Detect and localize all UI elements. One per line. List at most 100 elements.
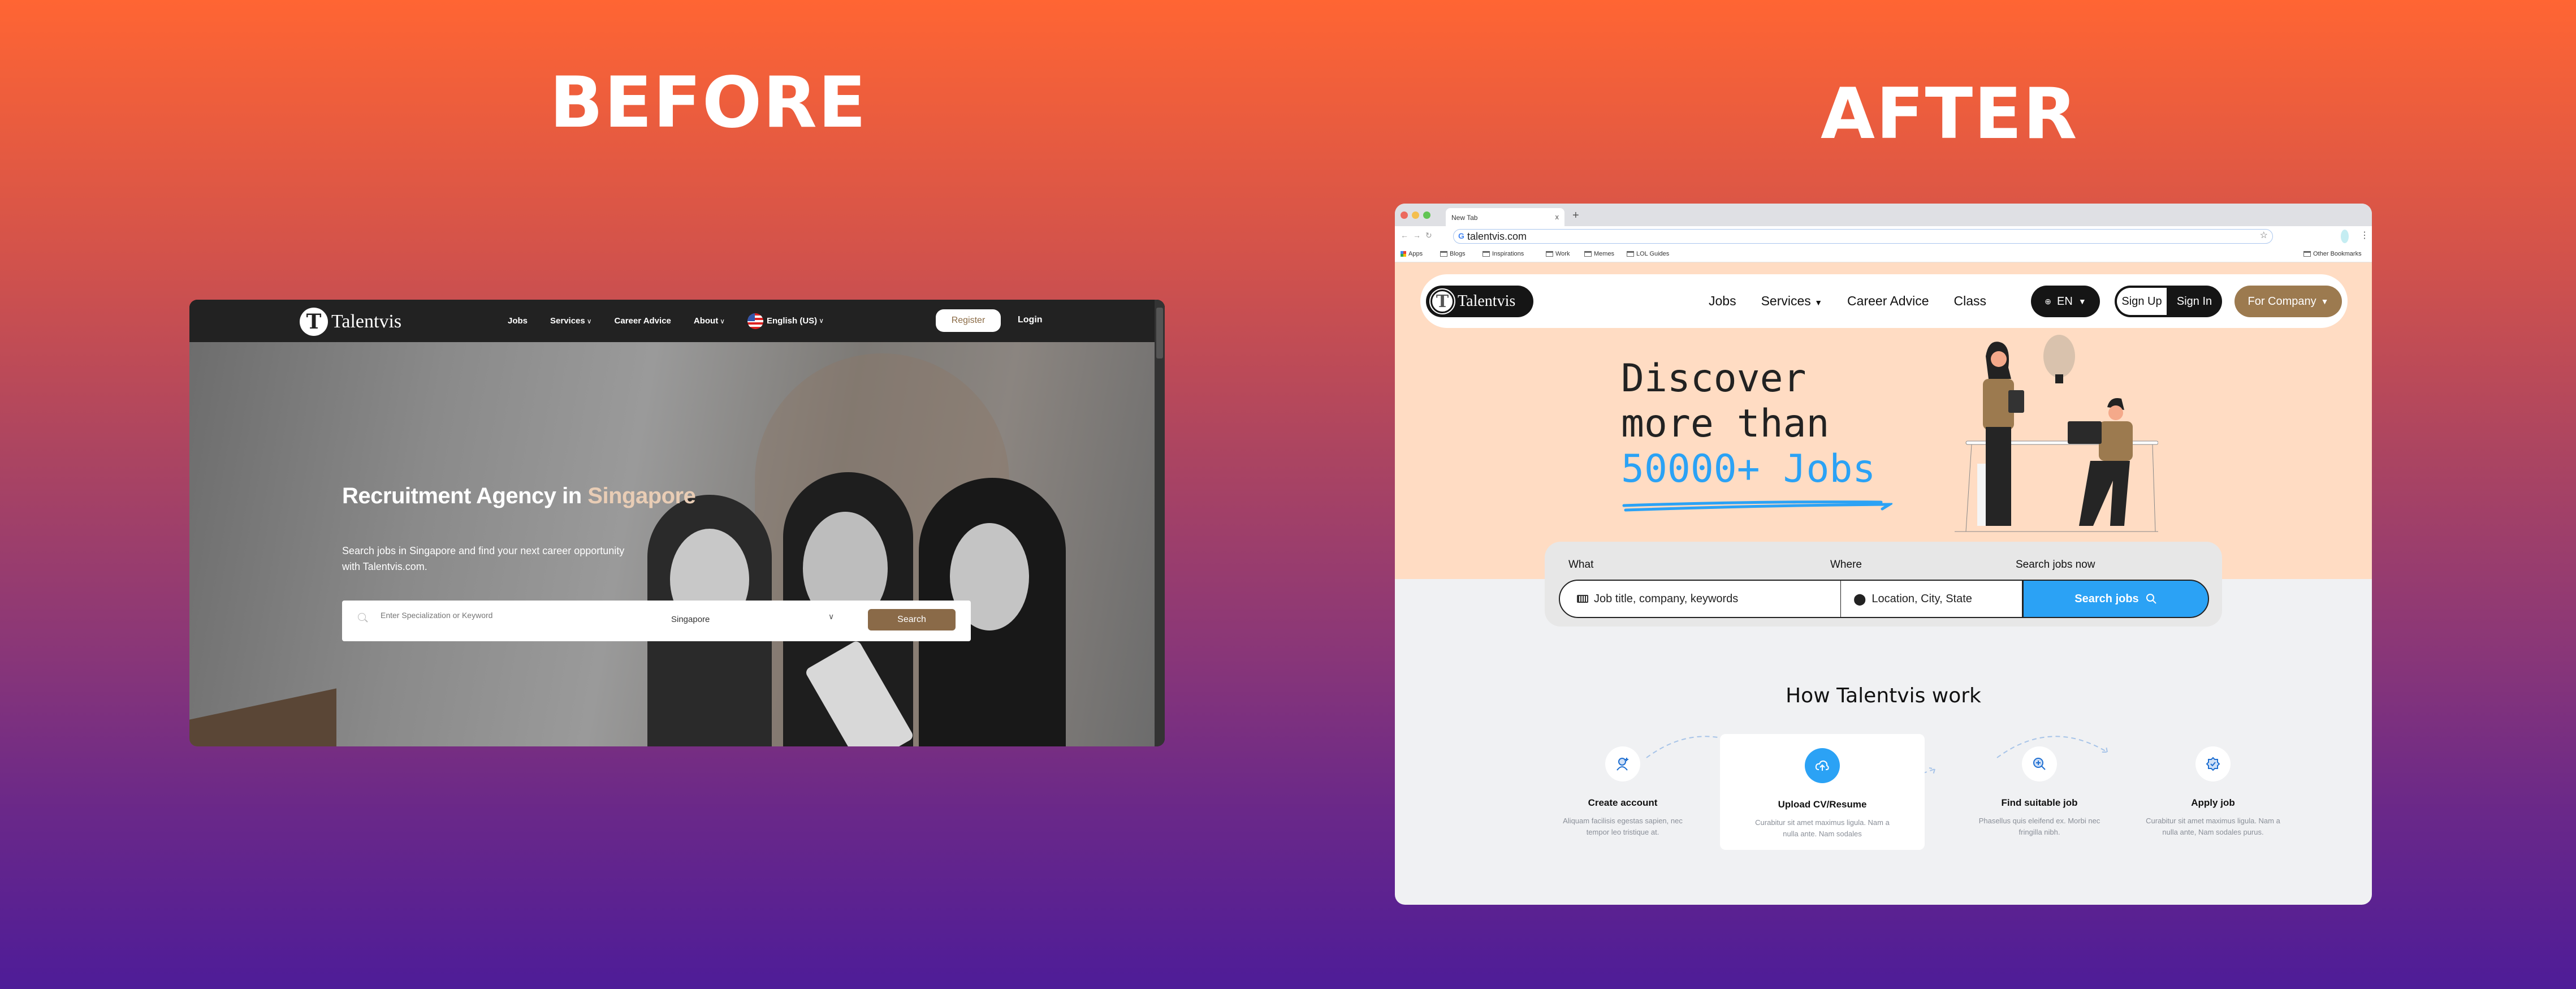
new-tab-button[interactable]: + [1572,209,1579,222]
bookmark-work[interactable]: Work [1546,251,1570,257]
logo[interactable]: T Talentvis [300,308,401,336]
cloud-upload-icon [1805,748,1840,783]
bookmark-other[interactable]: Other Bookmarks [2303,251,2362,257]
nav-item-career-advice[interactable]: Career Advice [1847,293,1929,309]
chevron-down-icon[interactable]: ∨ [828,612,834,621]
team-illustration [1955,335,2158,532]
back-forward-reload-icons[interactable]: ←→↻ [1401,231,1437,240]
chevron-down-icon: ∨ [819,317,824,325]
browser-tab[interactable]: New Tab x [1446,208,1564,226]
what-input[interactable]: Job title, company, keywords [1559,580,1842,618]
url-text: talentvis.com [1467,231,1527,242]
scrollbar-thumb[interactable] [1156,308,1163,359]
nav-label: Services [1761,293,1811,308]
close-tab-icon[interactable]: x [1555,213,1559,221]
caret-down-icon: ▼ [2320,297,2329,306]
apps-icon [1401,251,1406,257]
keyword-input[interactable] [381,611,652,620]
address-bar[interactable]: G talentvis.com ☆ [1453,229,2273,244]
search-plus-icon [2022,746,2057,781]
nav-item-jobs[interactable]: Jobs [508,316,528,326]
close-window-icon[interactable] [1401,211,1408,219]
maximize-window-icon[interactable] [1423,211,1430,219]
logo-text: Talentvis [1458,292,1516,310]
nav-item-services[interactable]: Services ▼ [1761,293,1822,309]
step-description: Curabitur sit amet maximus ligula. Nam a… [1755,818,1890,838]
where-placeholder: Location, City, State [1872,592,1972,605]
folder-icon [1440,251,1447,257]
step-title: Create account [1588,797,1658,808]
nav-label: Jobs [508,316,528,326]
before-search-bar: Singapore ∨ Search [342,601,971,641]
where-input[interactable]: ⬤ Location, City, State [1841,580,2023,618]
folder-icon [1483,251,1490,257]
logo-mark: T [300,308,328,336]
search-now-label: Search jobs now [2016,559,2095,571]
nav-item-class[interactable]: Class [1954,293,1987,309]
before-label: BEFORE [550,62,867,144]
sign-in-button[interactable]: Sign In [2169,286,2220,317]
after-label: AFTER [1821,74,2078,155]
nav-item-career-advice[interactable]: Career Advice [615,316,671,326]
bookmark-label: LOL Guides [1636,251,1670,257]
menu-kebab-icon[interactable]: ⋮ [2360,230,2369,241]
profile-avatar[interactable] [2341,230,2349,243]
where-label: Where [1830,559,1862,571]
keyboard-icon [1577,595,1588,603]
step-find-job: Find suitable job Phasellus quis eleifen… [1960,732,2119,838]
for-company-button[interactable]: For Company ▼ [2234,286,2342,317]
before-navbar: T Talentvis Jobs Services ∨ Career Advice… [189,300,1165,342]
nav-item-services[interactable]: Services ∨ [550,316,592,326]
nav-label: Career Advice [614,316,671,326]
what-placeholder: Job title, company, keywords [1594,592,1739,605]
hero-line-1: Discover [1621,356,1806,401]
chevron-down-icon: ∨ [586,317,592,325]
after-navbar: T Talentvis Jobs Services ▼ Career Advic… [1420,274,2348,328]
after-screenshot: New Tab x + ←→↻ G talentvis.com ☆ ⋮ Apps… [1395,204,2372,905]
bookmark-inspirations[interactable]: Inspirations [1483,251,1524,257]
scribble-underline [1622,500,1892,512]
bookmark-memes[interactable]: Memes [1584,251,1614,257]
location-select[interactable]: Singapore [671,615,710,624]
job-search-panel: What Where Search jobs now Job title, co… [1545,542,2222,627]
map-pin-icon: ⬤ [1853,593,1866,606]
sign-up-button[interactable]: Sign Up [2117,288,2167,315]
us-flag-icon [747,313,764,329]
register-button[interactable]: Register [936,309,1001,332]
folder-icon [1627,251,1634,257]
hero-headline: Discover more than 50000+ Jobs [1621,356,1875,492]
bookmark-blogs[interactable]: Blogs [1440,251,1466,257]
bookmark-star-icon[interactable]: ☆ [2260,230,2268,241]
folder-icon [1584,251,1592,257]
bookmark-label: Other Bookmarks [2313,251,2362,257]
scrollbar[interactable] [1155,300,1165,746]
nav-menu: Jobs Services ▼ Career Advice Class [1709,274,1986,328]
login-link[interactable]: Login [1018,315,1043,325]
before-hero: Recruitment Agency in Singapore Search j… [189,342,1155,746]
nav-item-about[interactable]: About ∨ [694,316,725,326]
bookmark-label: Work [1555,251,1570,257]
tab-title: New Tab [1451,214,1478,222]
lightbulb-icon [2043,335,2075,378]
verified-badge-icon [2195,746,2231,781]
bookmark-lol-guides[interactable]: LOL Guides [1627,251,1669,257]
language-selector[interactable]: ⊕ EN ▼ [2031,286,2100,317]
nav-item-jobs[interactable]: Jobs [1709,293,1736,309]
bookmark-apps[interactable]: Apps [1401,251,1423,257]
browser-toolbar: ←→↻ G talentvis.com ☆ ⋮ [1395,226,2372,247]
folder-icon [1546,251,1553,257]
add-user-icon [1605,746,1640,781]
nav-label: English (US) [767,316,818,326]
bookmark-label: Memes [1594,251,1615,257]
google-icon: G [1458,231,1464,240]
language-selector[interactable]: English (US) ∨ [747,313,824,329]
logo[interactable]: T Talentvis [1426,286,1533,317]
search-jobs-button[interactable]: Search jobs [2022,580,2209,618]
step-title: Apply job [2191,797,2235,808]
bookmarks-bar: Apps Blogs Inspirations Work Memes LOL G… [1395,247,2372,262]
step-title: Upload CV/Resume [1778,799,1867,810]
minimize-window-icon[interactable] [1412,211,1419,219]
how-it-works-title: How Talentvis work [1786,684,1981,707]
what-label: What [1568,559,1594,571]
search-button[interactable]: Search [868,609,956,630]
